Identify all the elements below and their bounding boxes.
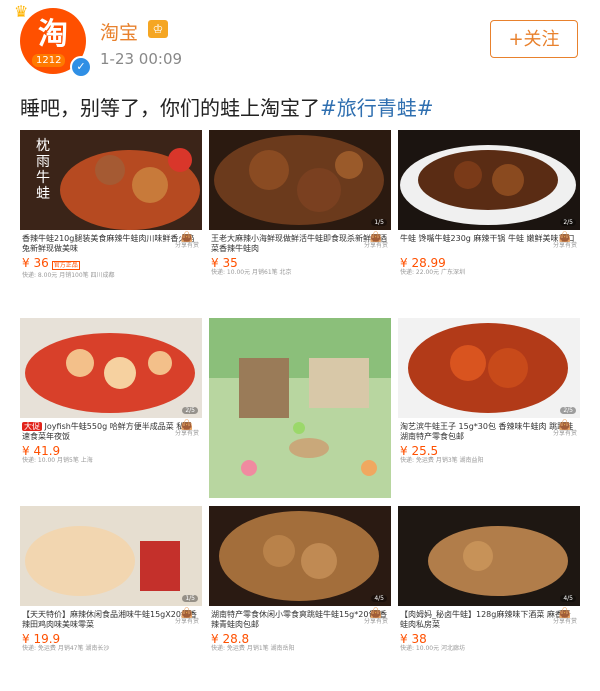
hot-label: 大促	[22, 422, 42, 431]
share-button[interactable]: 👜 分享有赏	[552, 420, 578, 438]
product-card[interactable]: 枕雨牛蛙 香辣牛蛙210g腿装美食麻辣牛蛙肉川味鲜香火焰兔新鲜现做美味 ¥ 36…	[20, 130, 202, 310]
share-label: 分享有赏	[174, 242, 199, 249]
shopping-bag-icon: 👜	[558, 608, 572, 619]
product-card[interactable]: 1/5 王老大麻辣小海鲜现做鲜活牛蛙即食现杀新鲜下酒菜香辣牛蛙肉 ¥ 35 快递…	[209, 130, 391, 310]
product-meta: 快递: 22.00元 广东深圳	[400, 269, 466, 276]
share-label: 分享有赏	[363, 618, 388, 625]
shopping-bag-icon: 👜	[369, 232, 383, 243]
share-button[interactable]: 👜 分享有赏	[363, 232, 389, 250]
share-button[interactable]: 👜 分享有赏	[174, 232, 200, 250]
product-image[interactable]: 2/5	[20, 318, 202, 418]
product-price: ¥ 36 官方正品	[22, 256, 200, 271]
avatar-promo-label: 1212	[32, 54, 66, 67]
share-button[interactable]: 👜 分享有赏	[174, 608, 200, 626]
product-image[interactable]: 4/5	[398, 506, 580, 606]
shopping-bag-icon: 👜	[180, 420, 194, 431]
product-meta: 快递: 免运费 月销3笔 湖南益阳	[400, 457, 484, 464]
share-button[interactable]: 👜 分享有赏	[552, 608, 578, 626]
product-image-art	[398, 318, 580, 418]
post-time: 1-23 00:09	[100, 50, 183, 68]
game-screenshot[interactable]	[209, 318, 391, 498]
product-info: 牛蛙 馋嘴牛蛙230g 麻辣干锅 牛蛙 嫩鲜美味可口 ¥ 28.99 快递: 2…	[400, 232, 578, 277]
travel-frog-scene	[209, 318, 391, 498]
shopping-bag-icon: 👜	[558, 420, 572, 431]
price-tag: 官方正品	[51, 261, 80, 270]
avatar[interactable]: ♛ 淘 1212 ✓	[14, 2, 92, 78]
price-value: ¥ 36	[22, 256, 49, 270]
verified-icon: ✓	[70, 56, 92, 78]
pager-indicator: 2/5	[182, 407, 198, 414]
product-meta: 快递: 10.00 月销5笔 上海	[22, 457, 93, 464]
product-card[interactable]: 2/5 淘艺滨牛蛙王子 15g*30包 香辣味牛蛙肉 跳跳蛙 湖南特产零食包邮 …	[398, 318, 580, 498]
pager-indicator: 2/5	[560, 219, 576, 226]
product-card[interactable]: 4/5 【肉姆妈_秘卤牛蛙】128g麻辣味下酒菜 麻香青蛙肉私房菜 ¥ 38 快…	[398, 506, 580, 686]
product-info: 【天天特价】麻辣休闲食品湘味牛蛙15gX20袋香辣田鸡肉味美味零菜 ¥ 19.9…	[22, 608, 200, 653]
product-image[interactable]: 1/5	[20, 506, 202, 606]
product-price: ¥ 38	[400, 633, 578, 645]
product-meta: 快递: 10.00元 月销61笔 北京	[211, 269, 292, 276]
shopping-bag-icon: 👜	[369, 608, 383, 619]
product-image[interactable]: 2/5	[398, 130, 580, 230]
pager-indicator: 1/5	[371, 219, 387, 226]
product-meta: 快递: 10.00元 河北廊坊	[400, 645, 466, 652]
product-info: 【肉姆妈_秘卤牛蛙】128g麻辣味下酒菜 麻香青蛙肉私房菜 ¥ 38 快递: 1…	[400, 608, 578, 653]
product-image-art	[20, 318, 202, 418]
share-button[interactable]: 👜 分享有赏	[363, 608, 389, 626]
post-header: ♛ 淘 1212 ✓ 淘宝 ♔ 1-23 00:09 +关注	[14, 2, 580, 88]
product-image-art	[398, 130, 580, 230]
account-name[interactable]: 淘宝	[100, 18, 138, 45]
product-image[interactable]: 4/5	[209, 506, 391, 606]
share-button[interactable]: 👜 分享有赏	[552, 232, 578, 250]
product-price: ¥ 25.5	[400, 445, 578, 457]
product-info: 湖南特产零食休闲小零食爽跳蛙牛蛙15g*20包 香辣青蛙肉包邮 ¥ 28.8 快…	[211, 608, 389, 653]
product-info: 大促 Joyfish牛蛙550g 哈鲜方便半成品菜 私房速食菜年夜饭 ¥ 41.…	[22, 420, 200, 465]
share-label: 分享有赏	[552, 618, 577, 625]
product-info: 香辣牛蛙210g腿装美食麻辣牛蛙肉川味鲜香火焰兔新鲜现做美味 ¥ 36 官方正品 …	[22, 232, 200, 280]
product-card[interactable]: 1/5 【天天特价】麻辣休闲食品湘味牛蛙15gX20袋香辣田鸡肉味美味零菜 ¥ …	[20, 506, 202, 686]
product-image-art	[209, 506, 391, 606]
share-label: 分享有赏	[174, 430, 199, 437]
product-image-art	[398, 506, 580, 606]
share-label: 分享有赏	[552, 430, 577, 437]
product-price: ¥ 28.99	[400, 257, 578, 269]
post-text: 睡吧，别等了，你们的蛙上淘宝了#旅行青蛙#	[20, 92, 434, 121]
product-image-art	[209, 130, 391, 230]
post-body: 睡吧，别等了，你们的蛙上淘宝了	[20, 96, 320, 120]
product-image[interactable]: 2/5	[398, 318, 580, 418]
product-image-art	[20, 506, 202, 606]
crown-badge-icon: ♔	[148, 20, 168, 38]
product-title-text: Joyfish牛蛙550g 哈鲜方便半成品菜 私房速食菜年夜饭	[22, 422, 193, 441]
shopping-bag-icon: 👜	[558, 232, 572, 243]
hashtag-link[interactable]: #旅行青蛙#	[320, 96, 434, 120]
product-info: 王老大麻辣小海鲜现做鲜活牛蛙即食现杀新鲜下酒菜香辣牛蛙肉 ¥ 35 快递: 10…	[211, 232, 389, 277]
product-price: ¥ 19.9	[22, 633, 200, 645]
avatar-logo: 淘	[38, 17, 68, 52]
product-card[interactable]: 2/5 大促 Joyfish牛蛙550g 哈鲜方便半成品菜 私房速食菜年夜饭 ¥…	[20, 318, 202, 498]
product-price: ¥ 28.8	[211, 633, 389, 645]
shopping-bag-icon: 👜	[180, 232, 194, 243]
product-card[interactable]: 2/5 牛蛙 馋嘴牛蛙230g 麻辣干锅 牛蛙 嫩鲜美味可口 ¥ 28.99 快…	[398, 130, 580, 310]
product-meta: 快递: 免运费 月销47笔 湖南长沙	[22, 645, 110, 652]
pager-indicator: 4/5	[371, 595, 387, 602]
share-label: 分享有赏	[363, 242, 388, 249]
share-button[interactable]: 👜 分享有赏	[174, 420, 200, 438]
pager-indicator: 2/5	[560, 407, 576, 414]
product-price: ¥ 41.9	[22, 445, 200, 457]
pager-indicator: 4/5	[560, 595, 576, 602]
product-info: 淘艺滨牛蛙王子 15g*30包 香辣味牛蛙肉 跳跳蛙 湖南特产零食包邮 ¥ 25…	[400, 420, 578, 465]
product-meta: 快递: 8.00元 月销100笔 四川成都	[22, 272, 115, 279]
product-meta: 快递: 免运费 月销1笔 湖南岳阳	[211, 645, 295, 652]
product-image[interactable]: 1/5	[209, 130, 391, 230]
overlay-text: 枕雨牛蛙	[36, 138, 50, 202]
product-card[interactable]: 4/5 湖南特产零食休闲小零食爽跳蛙牛蛙15g*20包 香辣青蛙肉包邮 ¥ 28…	[209, 506, 391, 686]
pager-indicator: 1/5	[182, 595, 198, 602]
product-price: ¥ 35	[211, 257, 389, 269]
share-label: 分享有赏	[552, 242, 577, 249]
share-label: 分享有赏	[174, 618, 199, 625]
product-image[interactable]: 枕雨牛蛙	[20, 130, 202, 230]
shopping-bag-icon: 👜	[180, 608, 194, 619]
follow-button[interactable]: +关注	[490, 20, 578, 58]
